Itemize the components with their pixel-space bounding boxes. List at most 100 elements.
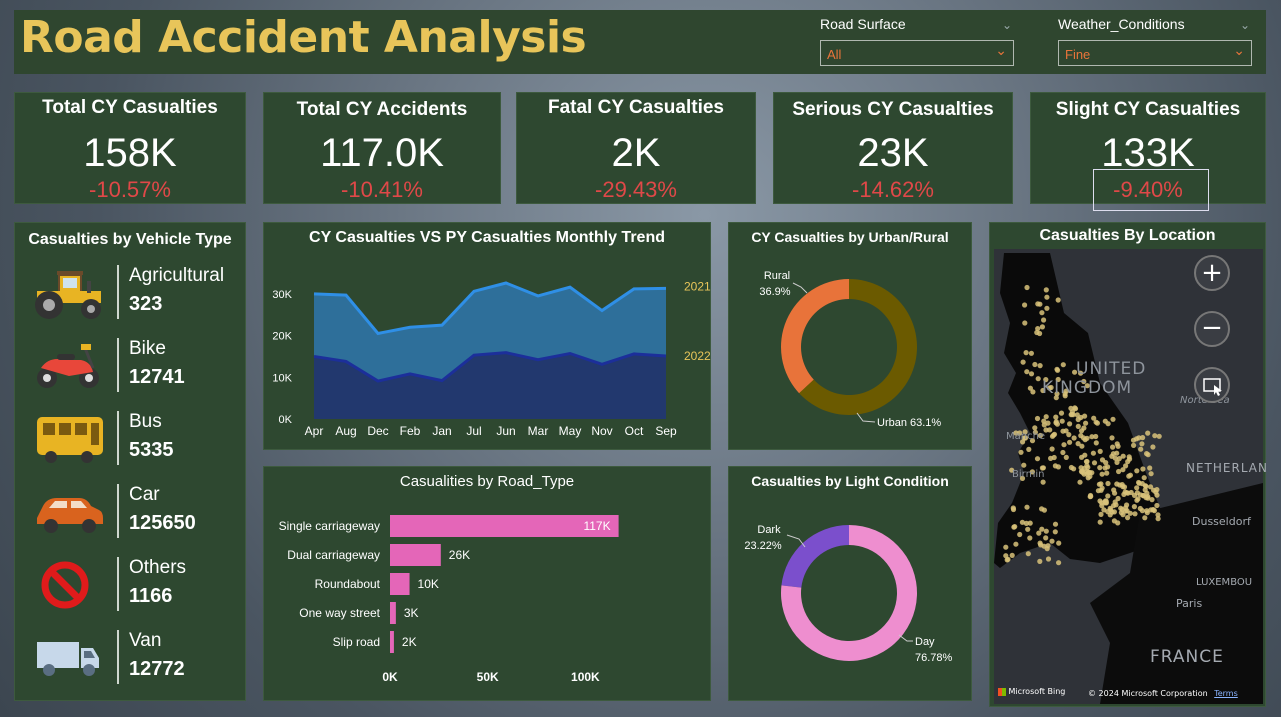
weather-slicer[interactable]: Weather_Conditions ⌄ Fine ⌄ — [1058, 16, 1252, 66]
location-point[interactable] — [1067, 421, 1073, 427]
location-point[interactable] — [1032, 425, 1038, 431]
kpi-slight-casualties[interactable]: Slight CY Casualties 133K -9.40% — [1030, 92, 1266, 211]
chevron-down-icon[interactable]: ⌄ — [1233, 43, 1245, 59]
location-point[interactable] — [1027, 385, 1033, 391]
list-item[interactable]: Van 12772 — [25, 626, 240, 688]
location-point[interactable] — [1013, 541, 1019, 547]
location-point[interactable] — [1063, 454, 1069, 460]
location-point[interactable] — [1034, 329, 1040, 336]
location-point[interactable] — [1019, 519, 1025, 525]
location-point[interactable] — [1027, 535, 1033, 541]
location-point[interactable] — [1071, 435, 1077, 441]
location-point[interactable] — [1141, 475, 1147, 481]
select-area-button[interactable] — [1194, 367, 1230, 403]
list-item[interactable]: Bike 12741 — [25, 334, 240, 396]
location-point[interactable] — [1060, 428, 1066, 434]
location-point[interactable] — [1056, 540, 1062, 546]
location-map-panel[interactable]: Casualties By Location UNITED KINGDOM NE… — [989, 222, 1267, 707]
location-point[interactable] — [1098, 481, 1104, 487]
location-point[interactable] — [1144, 451, 1150, 457]
location-point[interactable] — [1028, 350, 1034, 356]
location-point[interactable] — [1086, 470, 1092, 476]
location-point[interactable] — [1112, 499, 1118, 505]
location-point[interactable] — [1114, 450, 1120, 456]
location-point[interactable] — [1155, 516, 1161, 522]
location-point[interactable] — [1140, 466, 1146, 472]
location-point[interactable] — [1018, 449, 1024, 455]
trend-chart[interactable]: 0K 10K 20K 30K Apr Aug Dec Feb Jan Jul Jun Mar May No… — [264, 223, 712, 451]
location-point[interactable] — [1044, 305, 1050, 311]
location-point[interactable] — [1020, 359, 1026, 365]
location-point[interactable] — [1039, 506, 1045, 512]
location-point[interactable] — [1104, 470, 1110, 476]
location-point[interactable] — [1150, 507, 1156, 513]
location-point[interactable] — [1025, 526, 1031, 532]
trend-chart-panel[interactable]: CY Casualties VS PY Casualties Monthly T… — [263, 222, 711, 450]
location-point[interactable] — [1091, 460, 1098, 466]
chevron-down-icon[interactable]: ⌄ — [1002, 18, 1012, 32]
location-point[interactable] — [1049, 538, 1055, 544]
location-point[interactable] — [1105, 421, 1111, 427]
location-point[interactable] — [1011, 524, 1017, 530]
location-point[interactable] — [1134, 485, 1140, 491]
location-point[interactable] — [1005, 556, 1011, 562]
location-point[interactable] — [1139, 481, 1145, 487]
location-point[interactable] — [1043, 528, 1049, 534]
location-point[interactable] — [1097, 465, 1103, 471]
location-point[interactable] — [1125, 515, 1131, 521]
list-item[interactable]: Bus 5335 — [25, 407, 240, 469]
location-point[interactable] — [1027, 520, 1033, 526]
location-point[interactable] — [1142, 515, 1148, 521]
location-point[interactable] — [1094, 420, 1100, 426]
kpi-fatal-casualties[interactable]: Fatal CY Casualties 2K -29.43% — [516, 92, 756, 204]
location-point[interactable] — [1139, 441, 1145, 447]
location-point[interactable] — [1060, 449, 1066, 456]
location-point[interactable] — [1024, 369, 1030, 375]
location-point[interactable] — [1149, 497, 1155, 503]
location-point[interactable] — [1131, 442, 1137, 448]
location-point[interactable] — [1049, 433, 1056, 439]
location-point[interactable] — [1110, 444, 1116, 450]
location-point[interactable] — [1103, 460, 1109, 466]
list-item[interactable]: Agricultural 323 — [25, 261, 240, 323]
location-point[interactable] — [1111, 509, 1117, 515]
location-point[interactable] — [1059, 418, 1065, 424]
location-point[interactable] — [1134, 468, 1140, 474]
location-point[interactable] — [1145, 430, 1151, 436]
location-point[interactable] — [1107, 512, 1113, 518]
location-point[interactable] — [1028, 371, 1035, 377]
road-type-panel[interactable]: Casualities by Road_Type Single carriage… — [263, 466, 711, 701]
location-point[interactable] — [1049, 446, 1055, 452]
location-point[interactable] — [1036, 530, 1042, 536]
location-point[interactable] — [1045, 556, 1052, 562]
location-point[interactable] — [1093, 440, 1099, 446]
location-point[interactable] — [1109, 435, 1115, 441]
location-point[interactable] — [1098, 511, 1104, 517]
location-point[interactable] — [1120, 512, 1126, 518]
zoom-in-button[interactable]: + — [1194, 255, 1230, 291]
location-point[interactable] — [1035, 301, 1041, 307]
location-point[interactable] — [1043, 287, 1049, 293]
zoom-out-button[interactable]: − — [1194, 311, 1230, 347]
location-point[interactable] — [1131, 504, 1137, 510]
location-point[interactable] — [1058, 410, 1065, 416]
location-point[interactable] — [1044, 294, 1050, 300]
location-point[interactable] — [1061, 442, 1067, 448]
location-point[interactable] — [1026, 446, 1032, 452]
list-item[interactable]: Car 125650 — [25, 480, 240, 542]
location-point[interactable] — [1120, 484, 1126, 490]
location-point[interactable] — [1037, 540, 1043, 546]
location-point[interactable] — [1081, 465, 1088, 471]
location-point[interactable] — [1139, 508, 1145, 514]
location-point[interactable] — [1040, 479, 1046, 485]
chevron-down-icon[interactable]: ⌄ — [995, 43, 1007, 59]
location-point[interactable] — [1024, 504, 1030, 510]
urban-rural-panel[interactable]: CY Casualties by Urban/Rural Rural 36.9% U… — [728, 222, 972, 450]
location-point[interactable] — [1110, 416, 1116, 422]
location-point[interactable] — [1039, 310, 1045, 316]
location-point[interactable] — [1067, 439, 1073, 445]
location-point[interactable] — [1114, 481, 1120, 487]
location-point[interactable] — [1060, 362, 1066, 368]
location-point[interactable] — [1105, 493, 1111, 499]
location-point[interactable] — [1034, 415, 1041, 422]
